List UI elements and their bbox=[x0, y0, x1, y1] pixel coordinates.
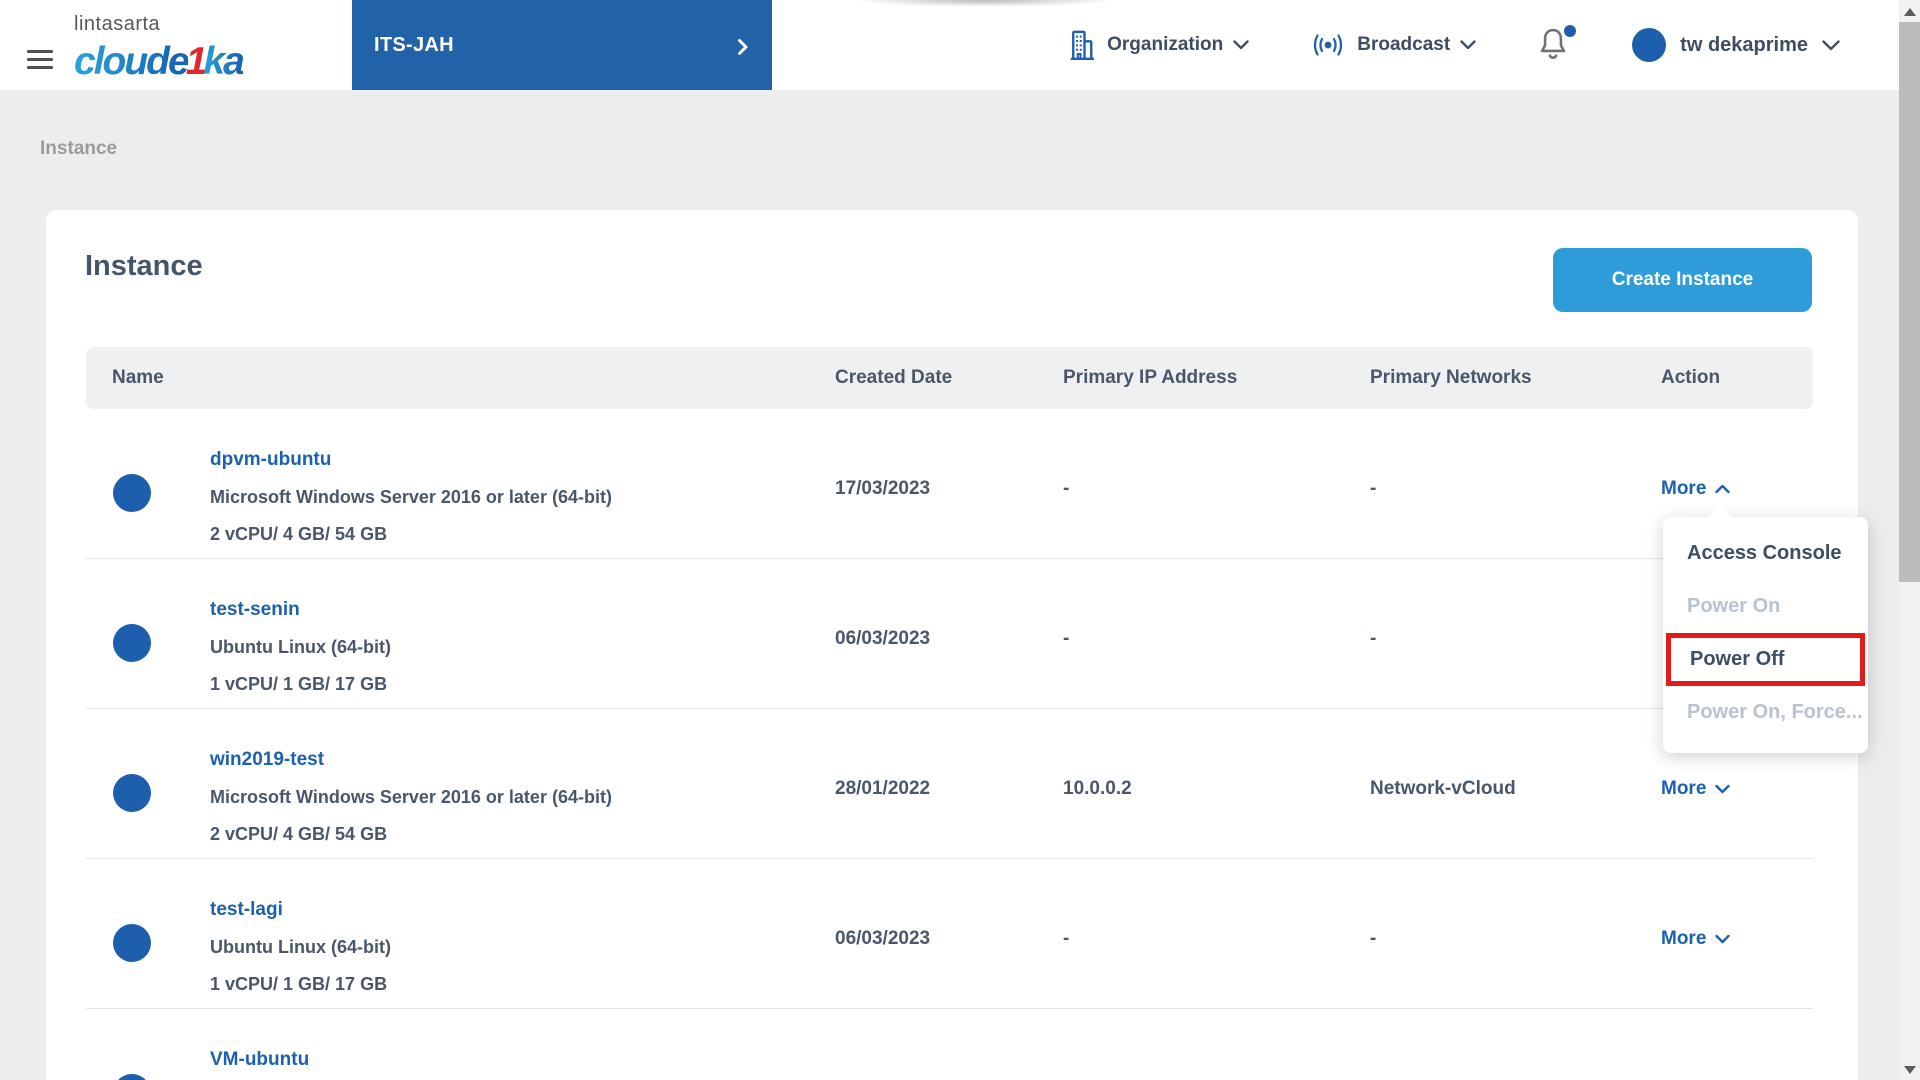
primary-ip-cell: 10.0.0.2 bbox=[1063, 778, 1132, 799]
organization-dropdown[interactable]: Organization bbox=[1067, 27, 1249, 63]
created-date-cell: 06/03/2023 bbox=[835, 928, 931, 949]
screen-edge-shadow bbox=[810, 0, 1160, 9]
vm-actions-menu: Access Console Power On Power Off Power … bbox=[1663, 505, 1868, 753]
created-date-cell: 28/01/2022 bbox=[835, 778, 931, 799]
vm-os-label: Microsoft Windows Server 2016 or later (… bbox=[210, 487, 612, 507]
vm-status-dot bbox=[113, 1074, 151, 1080]
vm-name-link[interactable]: test-lagi bbox=[210, 891, 283, 928]
vm-status-dot bbox=[113, 924, 151, 962]
primary-network-cell: - bbox=[1370, 478, 1377, 499]
page-title: Instance bbox=[85, 250, 203, 282]
column-header-name: Name bbox=[112, 367, 164, 388]
chevron-right-icon bbox=[738, 39, 748, 55]
chevron-down-icon bbox=[1233, 40, 1249, 50]
vm-name-link[interactable]: test-senin bbox=[210, 591, 300, 628]
logo-lintasarta-text: lintasarta bbox=[74, 13, 161, 35]
more-actions-link[interactable]: More bbox=[1661, 775, 1731, 803]
vm-name-link[interactable]: VM-ubuntu bbox=[210, 1041, 309, 1078]
table-row: test-senin Ubuntu Linux (64-bit) 1 vCPU/… bbox=[86, 559, 1813, 709]
vm-status-dot bbox=[113, 474, 151, 512]
table-row: win2019-test Microsoft Windows Server 20… bbox=[86, 709, 1813, 859]
vm-specs-label: 2 vCPU/ 4 GB/ 54 GB bbox=[210, 824, 388, 844]
table-row: dpvm-ubuntu Microsoft Windows Server 201… bbox=[86, 409, 1813, 559]
table-row: test-lagi Ubuntu Linux (64-bit) 1 vCPU/ … bbox=[86, 859, 1813, 1009]
organization-building-icon bbox=[1070, 30, 1094, 60]
project-selector-banner[interactable]: ITS-JAH bbox=[352, 0, 772, 90]
chevron-down-icon bbox=[1460, 40, 1476, 50]
more-actions-link[interactable]: More bbox=[1661, 475, 1731, 503]
logo-cloudeka-text: cloude1ka bbox=[74, 40, 245, 83]
column-header-created: Created Date bbox=[835, 367, 953, 388]
column-header-action: Action bbox=[1661, 367, 1721, 388]
hamburger-menu-icon[interactable] bbox=[27, 50, 53, 71]
menu-item-access-console[interactable]: Access Console bbox=[1663, 527, 1868, 580]
vm-os-label: Ubuntu Linux (64-bit) bbox=[210, 937, 391, 957]
notification-badge-dot bbox=[1564, 25, 1577, 37]
primary-ip-cell: - bbox=[1063, 478, 1070, 499]
broadcast-label: Broadcast bbox=[1357, 34, 1451, 55]
chevron-down-icon bbox=[1715, 934, 1731, 944]
primary-ip-cell: - bbox=[1063, 928, 1070, 949]
primary-network-cell: - bbox=[1370, 628, 1377, 649]
chevron-down-icon bbox=[1822, 39, 1840, 50]
cloudeka-logo: lintasarta cloude1ka bbox=[74, 13, 245, 83]
scroll-up-arrow-icon[interactable] bbox=[1904, 8, 1916, 16]
project-name-label: ITS-JAH bbox=[374, 33, 454, 56]
created-date-cell: 17/03/2023 bbox=[835, 478, 931, 499]
user-menu[interactable]: tw dekaprime bbox=[1632, 28, 1840, 62]
created-date-cell: 17/03/2023 bbox=[835, 1075, 930, 1080]
top-header: lintasarta cloude1ka ITS-JAH Organizatio… bbox=[0, 0, 1920, 90]
primary-network-cell: - bbox=[1370, 928, 1377, 949]
vm-name-link[interactable]: dpvm-ubuntu bbox=[210, 441, 331, 478]
scroll-down-arrow-icon[interactable] bbox=[1904, 1066, 1916, 1074]
vm-os-label: Ubuntu Linux (64-bit) bbox=[210, 637, 391, 657]
column-header-ip: Primary IP Address bbox=[1063, 367, 1238, 388]
vm-specs-label: 1 vCPU/ 1 GB/ 17 GB bbox=[210, 674, 388, 694]
user-name: tw dekaprime bbox=[1680, 33, 1808, 56]
table-row: VM-ubuntu Ubuntu Linux (64-bit) 17/03/20… bbox=[86, 1009, 1813, 1080]
table-header-row: Name Created Date Primary IP Address Pri… bbox=[86, 347, 1813, 409]
vm-os-label: Microsoft Windows Server 2016 or later (… bbox=[210, 787, 612, 807]
vm-specs-label: 1 vCPU/ 1 GB/ 17 GB bbox=[210, 974, 388, 994]
chevron-down-icon bbox=[1715, 784, 1731, 794]
chevron-up-icon bbox=[1715, 484, 1731, 494]
vm-status-dot bbox=[113, 624, 151, 662]
instance-panel: Instance Create Instance Name Created Da… bbox=[46, 210, 1858, 1080]
instance-table: Name Created Date Primary IP Address Pri… bbox=[86, 347, 1813, 1080]
scrollbar-thumb[interactable] bbox=[1899, 22, 1920, 582]
more-actions-link[interactable]: More bbox=[1661, 925, 1731, 953]
organization-label: Organization bbox=[1107, 34, 1224, 55]
more-actions-link[interactable]: More bbox=[1661, 1075, 1730, 1080]
menu-item-power-on-force: Power On, Force... bbox=[1687, 701, 1863, 723]
primary-network-cell: Network-vCloud bbox=[1370, 778, 1516, 799]
create-instance-button[interactable]: Create Instance bbox=[1553, 248, 1812, 312]
menu-item-power-on: Power On bbox=[1687, 595, 1781, 617]
primary-ip-cell: - bbox=[1063, 628, 1070, 649]
broadcast-icon bbox=[1314, 34, 1343, 56]
vm-status-dot bbox=[113, 774, 151, 812]
broadcast-dropdown[interactable]: Broadcast bbox=[1309, 31, 1476, 59]
notifications-button[interactable] bbox=[1536, 25, 1577, 65]
breadcrumb: Instance bbox=[40, 138, 118, 159]
vm-specs-label: 2 vCPU/ 4 GB/ 54 GB bbox=[210, 524, 388, 544]
column-header-networks: Primary Networks bbox=[1370, 367, 1532, 388]
menu-item-power-off[interactable]: Power Off bbox=[1666, 633, 1865, 686]
vm-name-link[interactable]: win2019-test bbox=[210, 741, 324, 778]
created-date-cell: 06/03/2023 bbox=[835, 628, 931, 649]
vertical-scrollbar[interactable] bbox=[1899, 0, 1920, 1080]
user-avatar bbox=[1632, 28, 1667, 62]
